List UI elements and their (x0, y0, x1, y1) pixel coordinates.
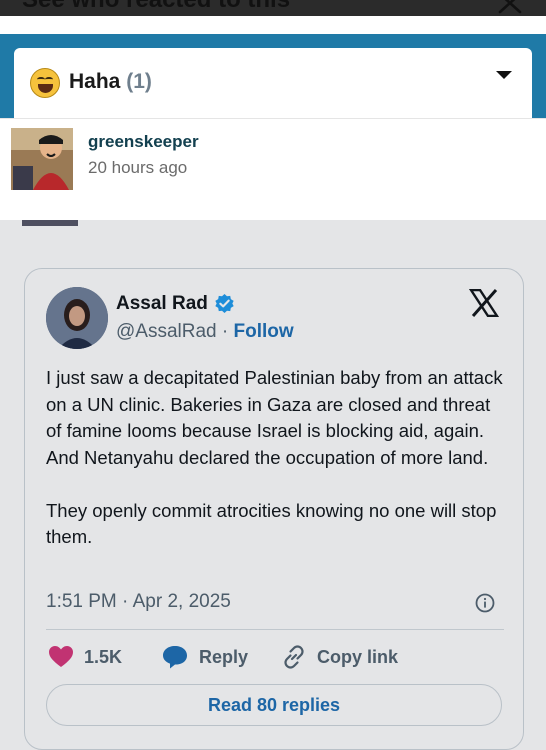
reaction-filter-label: Haha (1) (69, 70, 152, 94)
reaction-time: 20 hours ago (88, 158, 188, 177)
copy-link-button[interactable]: Copy link (281, 643, 398, 671)
laughing-face-icon (30, 68, 60, 98)
tweet-divider (46, 629, 504, 630)
header-gap (0, 16, 546, 34)
tweet-author-name[interactable]: Assal Rad (116, 293, 208, 315)
reactor-username[interactable]: greenskeeper (88, 132, 199, 152)
follow-link[interactable]: Follow (234, 321, 294, 342)
reply-button[interactable]: Reply (161, 643, 248, 671)
reactor-list-item[interactable]: greenskeeper 20 hours ago (0, 118, 546, 220)
x-logo-icon[interactable] (469, 289, 499, 317)
reaction-name: Haha (69, 70, 121, 93)
read-replies-button[interactable]: Read 80 replies (46, 684, 502, 726)
tweet-author-avatar[interactable] (46, 287, 108, 349)
tweet-author-handle[interactable]: @AssalRad (116, 321, 217, 342)
tweet-text: I just saw a decapitated Palestinian bab… (46, 367, 503, 547)
caret-down-icon[interactable] (496, 71, 512, 79)
reaction-filter-dropdown[interactable]: Haha (1) (14, 48, 532, 118)
reaction-count: (1) (126, 70, 152, 93)
reactions-panel: Haha (1) greenskeeper 20 hours ago (0, 48, 546, 220)
tweet-timestamp[interactable]: 1:51 PM · Apr 2, 2025 (46, 591, 231, 613)
like-button[interactable]: 1.5K (48, 643, 122, 671)
reply-label: Reply (199, 646, 249, 667)
reply-bubble-icon (163, 646, 187, 669)
copy-link-label: Copy link (317, 646, 399, 667)
verified-badge-icon (215, 293, 234, 314)
like-count: 1.5K (84, 646, 123, 667)
info-icon[interactable] (475, 593, 495, 613)
handle-separator: · (216, 321, 234, 342)
close-icon[interactable] (498, 0, 522, 14)
sheet-title: See who reacted to this (22, 0, 290, 14)
embedded-tweet-card[interactable]: Assal Rad @AssalRad · Follow I just saw … (24, 268, 524, 750)
reactor-avatar[interactable] (11, 128, 73, 190)
link-icon (284, 645, 304, 669)
sheet-header: See who reacted to this (0, 0, 546, 16)
background-thumbnail (22, 220, 78, 226)
heart-icon (49, 646, 73, 667)
tweet-handle-line: @AssalRad · Follow (116, 321, 294, 343)
